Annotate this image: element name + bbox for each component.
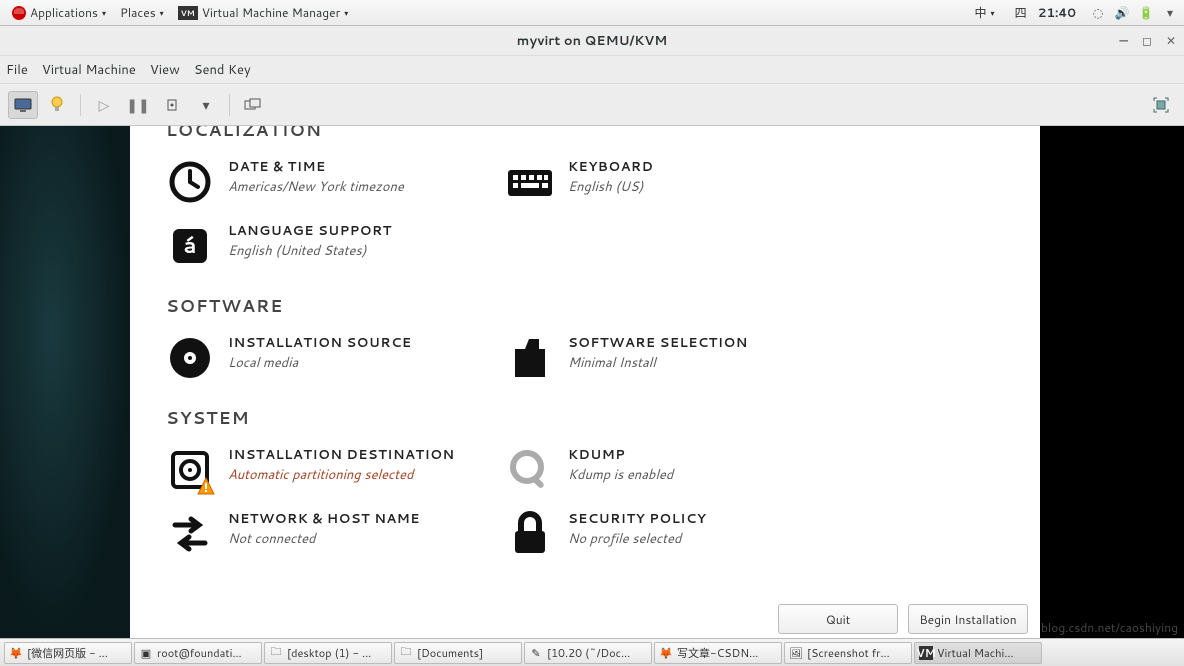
clock-icon [166,158,214,206]
disk-warning-icon [166,446,214,494]
network-icon [166,510,214,558]
toolbar: ▷ ❚❚ ▾ [0,84,1184,126]
task-files-desktop[interactable]: 🗀[desktop (1) - ... [264,642,392,664]
task-firefox-wechat[interactable]: 🦊[微信网页版 - ... [4,642,132,664]
anaconda-installer: LOCALIZATION DATE & TIMEAmericas/New Yor… [130,126,1040,638]
quit-button[interactable]: Quit [778,604,898,634]
ime-indicator[interactable]: 中▾ [969,2,1001,23]
disc-icon [166,334,214,382]
task-image-viewer[interactable]: 🖼[Screenshot fr... [784,642,912,664]
fullscreen-button[interactable] [1146,91,1176,119]
image-icon: 🖼 [789,646,803,660]
task-files-documents[interactable]: 🗀[Documents] [394,642,522,664]
applications-menu[interactable]: Applications▾ [6,2,112,23]
spoke-date-time[interactable]: DATE & TIMEAmericas/New York timezone [166,150,506,214]
pause-icon: ❚❚ [126,95,149,115]
section-system: SYSTEM [166,406,1004,430]
task-firefox-csdn[interactable]: 🦊写文章-CSDN... [654,642,782,664]
editor-icon: ✎ [529,646,543,660]
vmm-icon: VM [919,646,933,660]
installer-footer: Quit Begin Installation [130,596,1040,638]
guest-background-right [1040,126,1184,638]
bulb-icon [50,96,64,114]
places-menu[interactable]: Places▾ [114,2,170,23]
keyboard-icon [506,158,554,206]
window-maximize[interactable]: ◻ [1142,32,1152,49]
chevron-down-icon: ▾ [202,95,209,115]
menu-send-key[interactable]: Send Key [194,61,251,79]
gnome-taskbar: 🦊[微信网页版 - ... ▣root@foundati... 🗀[deskto… [0,638,1184,666]
spoke-network[interactable]: NETWORK & HOST NAMENot connected [166,502,506,566]
vm-viewport: LOCALIZATION DATE & TIMEAmericas/New Yor… [0,126,1184,638]
run-button[interactable]: ▷ [89,91,119,119]
user-menu-caret[interactable]: ▾ [1162,5,1178,21]
section-localization: LOCALIZATION [166,126,1004,142]
svg-text:á: á [183,230,196,261]
spoke-language[interactable]: á LANGUAGE SUPPORTEnglish (United States… [166,214,506,278]
pause-button[interactable]: ❚❚ [123,91,153,119]
snapshots-icon [244,98,262,112]
terminal-icon: ▣ [139,646,153,660]
shutdown-menu[interactable]: ▾ [191,91,221,119]
package-icon [506,334,554,382]
task-gedit[interactable]: ✎[10.20 (~/Doc... [524,642,652,664]
snapshots-button[interactable] [238,91,268,119]
monitor-icon [14,98,32,112]
language-icon: á [166,222,214,270]
window-minimize[interactable]: — [1119,32,1128,49]
folder-icon: 🗀 [269,646,283,660]
gnome-top-panel: Applications▾ Places▾ VM Virtual Machine… [0,0,1184,26]
folder-icon: 🗀 [399,646,413,660]
vm-window: myvirt on QEMU/KVM — ◻ ✕ File Virtual Ma… [0,26,1184,638]
redhat-icon [12,6,26,20]
spoke-security[interactable]: SECURITY POLICYNo profile selected [506,502,846,566]
menu-file[interactable]: File [6,61,28,79]
volume-icon[interactable]: 🔊 [1114,5,1130,21]
section-software: SOFTWARE [166,294,1004,318]
spoke-installation-source[interactable]: INSTALLATION SOURCELocal media [166,326,506,390]
begin-installation-button[interactable]: Begin Installation [908,604,1028,634]
spoke-kdump[interactable]: KDUMPKdump is enabled [506,438,846,502]
lock-icon [506,510,554,558]
battery-icon[interactable]: 🔋 [1138,5,1154,21]
menubar: File Virtual Machine View Send Key [0,56,1184,84]
shutdown-button[interactable] [157,91,187,119]
window-close[interactable]: ✕ [1166,32,1176,49]
spoke-installation-destination[interactable]: INSTALLATION DESTINATIONAutomatic partit… [166,438,506,502]
firefox-icon: 🦊 [659,646,673,660]
spoke-software-selection[interactable]: SOFTWARE SELECTIONMinimal Install [506,326,846,390]
clock[interactable]: 四 21:40 [1009,2,1082,23]
vmm-icon: VM [178,6,198,20]
window-title: myvirt on QEMU/KVM [517,32,667,50]
menu-virtual-machine[interactable]: Virtual Machine [42,61,136,79]
accessibility-icon[interactable]: ◌ [1090,5,1106,21]
guest-background-left [0,126,130,638]
window-titlebar: myvirt on QEMU/KVM — ◻ ✕ [0,26,1184,56]
firefox-icon: 🦊 [9,646,23,660]
menu-view[interactable]: View [150,61,180,79]
kdump-icon [506,446,554,494]
power-icon [165,98,179,112]
task-vmm[interactable]: VMVirtual Machi... [914,642,1042,664]
fullscreen-icon [1152,96,1170,114]
details-button[interactable] [42,91,72,119]
task-terminal[interactable]: ▣root@foundati... [134,642,262,664]
vmm-menu[interactable]: VM Virtual Machine Manager▾ [172,2,355,23]
console-button[interactable] [8,91,38,119]
play-icon: ▷ [99,95,110,115]
spoke-keyboard[interactable]: KEYBOARDEnglish (US) [506,150,846,214]
